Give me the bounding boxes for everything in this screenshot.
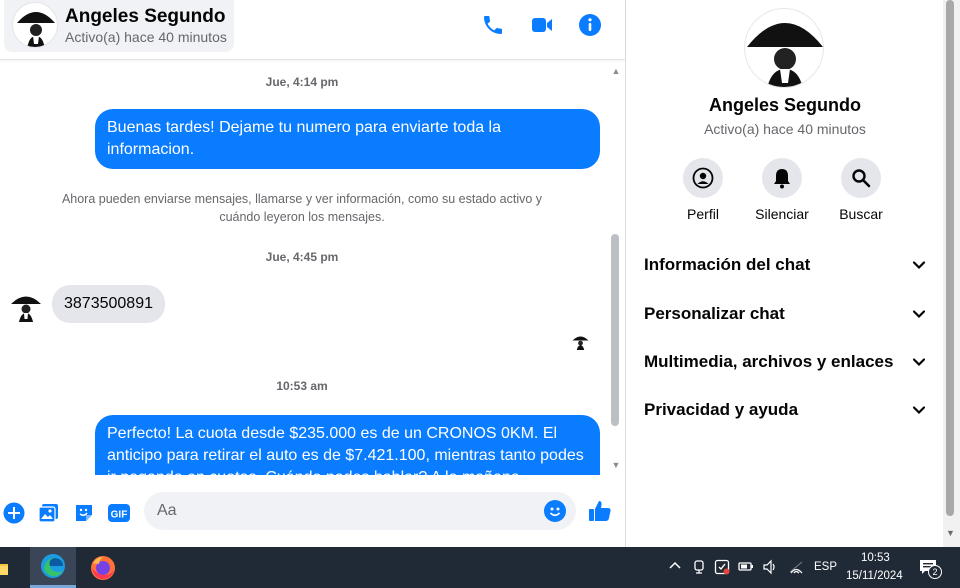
outgoing-message[interactable]: Perfecto! La cuota desde $235.000 es de … [95, 415, 600, 475]
conversation-details-panel: Angeles Segundo Activo(a) hace 40 minuto… [627, 0, 943, 547]
volume-icon[interactable] [762, 559, 778, 575]
bell-icon [774, 169, 790, 189]
section-label: Personalizar chat [644, 304, 785, 323]
file-explorer-icon[interactable] [0, 547, 16, 588]
section-chat-info[interactable]: Información del chat [644, 245, 926, 285]
window-scrollbar[interactable]: ▼ [943, 0, 960, 547]
security-shield-icon[interactable] [714, 559, 730, 575]
meet-now-icon[interactable] [691, 559, 707, 575]
plus-icon[interactable] [2, 501, 26, 525]
chevron-down-icon [912, 261, 926, 270]
messages-scrollbar[interactable]: ▲ ▼ [609, 64, 623, 474]
mute-button[interactable]: Silenciar [742, 158, 822, 222]
section-privacy-help[interactable]: Privacidad y ayuda [644, 390, 926, 430]
chevron-down-icon [912, 406, 926, 415]
like-thumb-icon[interactable] [588, 499, 612, 523]
section-label: Información del chat [644, 255, 811, 274]
message-input[interactable] [144, 492, 576, 530]
profile-name: Angeles Segundo [708, 95, 861, 115]
sender-avatar[interactable] [10, 290, 42, 322]
section-customize-chat[interactable]: Personalizar chat [644, 294, 926, 334]
language-indicator[interactable]: ESP [814, 561, 837, 573]
composer-bar: GIF [0, 480, 625, 547]
message-timestamp: Jue, 4:14 pm [265, 75, 339, 89]
outgoing-message[interactable]: Buenas tardes! Dejame tu numero para env… [95, 109, 600, 169]
windows-taskbar: ESP 10:53 15/11/2024 2 [0, 547, 960, 588]
contact-avatar[interactable] [12, 2, 58, 48]
search-button-label: Buscar [839, 206, 883, 222]
section-media-files-links[interactable]: Multimedia, archivos y enlaces [644, 342, 926, 382]
profile-icon [692, 167, 714, 189]
info-icon[interactable] [577, 12, 603, 38]
scroll-thumb[interactable] [611, 234, 619, 426]
firefox-browser-icon[interactable] [80, 547, 126, 588]
gif-icon[interactable]: GIF [107, 501, 131, 525]
edge-browser-icon[interactable] [30, 547, 76, 588]
contact-name: Angeles Segundo [65, 6, 226, 27]
system-notice: Ahora pueden enviarse mensajes, llamarse… [61, 192, 543, 224]
contact-status: Activo(a) hace 40 minutos [65, 29, 227, 45]
incoming-message[interactable]: 3873500891 [52, 285, 165, 323]
notification-count-badge: 2 [928, 565, 942, 579]
window-scroll-thumb[interactable] [946, 0, 954, 516]
profile-button[interactable]: Perfil [663, 158, 743, 222]
search-icon [852, 169, 871, 188]
emoji-icon[interactable] [544, 500, 566, 522]
profile-button-label: Perfil [687, 206, 719, 222]
phone-call-icon[interactable] [480, 12, 506, 38]
message-timestamp: 10:53 am [276, 379, 328, 393]
image-gallery-icon[interactable] [37, 501, 61, 525]
power-plug-icon[interactable] [738, 559, 754, 575]
chevron-down-icon [912, 310, 926, 319]
chevron-up-icon[interactable] [667, 559, 683, 575]
messenger-app: Angeles Segundo Activo(a) hace 40 minuto… [0, 0, 960, 547]
sticker-icon[interactable] [72, 501, 96, 525]
mute-button-label: Silenciar [755, 206, 809, 222]
profile-avatar[interactable] [744, 8, 824, 88]
scroll-up-icon[interactable]: ▲ [611, 66, 621, 76]
message-timestamp: Jue, 4:45 pm [265, 250, 339, 264]
gif-label: GIF [111, 510, 128, 521]
contact-header-button[interactable]: Angeles Segundo Activo(a) hace 40 minuto… [4, 0, 234, 52]
message-list[interactable]: Jue, 4:14 pm Buenas tardes! Dejame tu nu… [0, 61, 610, 475]
clock-date[interactable]: 15/11/2024 [846, 570, 903, 582]
chevron-down-icon [912, 358, 926, 367]
scroll-down-icon[interactable]: ▼ [611, 460, 621, 470]
chat-header: Angeles Segundo Activo(a) hace 40 minuto… [0, 0, 625, 60]
chat-pane: Angeles Segundo Activo(a) hace 40 minuto… [0, 0, 626, 547]
wifi-icon[interactable] [788, 559, 804, 575]
search-button[interactable]: Buscar [821, 158, 901, 222]
video-call-icon[interactable] [529, 12, 555, 38]
notification-center-icon[interactable]: 2 [918, 559, 942, 579]
read-receipt-avatar [572, 333, 589, 350]
section-label: Privacidad y ayuda [644, 400, 799, 419]
profile-status: Activo(a) hace 40 minutos [704, 121, 866, 137]
section-label: Multimedia, archivos y enlaces [644, 352, 894, 371]
scroll-down-icon[interactable]: ▼ [946, 528, 955, 538]
clock-time[interactable]: 10:53 [861, 552, 890, 564]
